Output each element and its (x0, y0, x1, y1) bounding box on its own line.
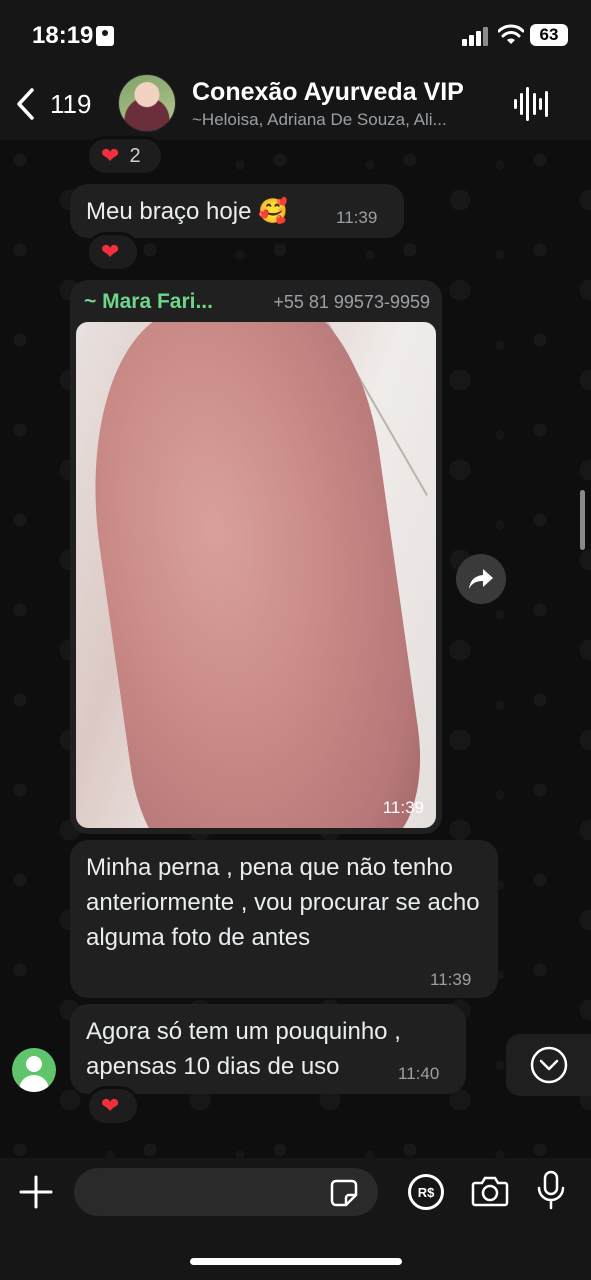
camera-icon[interactable] (471, 1174, 509, 1208)
group-avatar[interactable] (118, 74, 176, 132)
group-title[interactable]: Conexão Ayurveda VIP (192, 78, 464, 107)
message-text: Meu braço hoje 🥰 (86, 198, 288, 225)
heart-icon: ❤ (101, 143, 120, 168)
chat-header: 119 Conexão Ayurveda VIP ~Heloisa, Adria… (0, 70, 591, 140)
message-time: 11:39 (430, 970, 472, 989)
photo-attachment[interactable]: 11:39 (76, 322, 436, 828)
message-text: Agora só tem um pouquinho , apensas 10 d… (86, 1018, 401, 1080)
wifi-icon (498, 24, 524, 44)
heart-icon: ❤ (101, 1093, 120, 1118)
sender-avatar[interactable] (12, 1048, 56, 1092)
scroll-indicator[interactable] (580, 490, 585, 550)
battery-icon: 63 (530, 24, 568, 46)
reaction-badge[interactable]: ❤ 2 (86, 136, 164, 176)
message-time: 11:39 (382, 798, 424, 817)
scroll-to-bottom-button[interactable] (506, 1034, 591, 1096)
back-button[interactable]: 119 (10, 82, 100, 126)
heart-icon: ❤ (101, 239, 120, 264)
forward-arrow-icon (469, 569, 493, 589)
chevron-down-circle-icon (530, 1046, 567, 1084)
message-bubble[interactable]: Minha perna , pena que não tenho anterio… (70, 840, 498, 998)
unread-count: 119 (50, 88, 92, 119)
message-bubble[interactable]: Meu braço hoje 🥰 11:39 (70, 184, 404, 238)
sticker-icon[interactable] (330, 1179, 358, 1207)
message-time: 11:39 (336, 208, 378, 227)
voice-call-button[interactable] (514, 86, 548, 122)
forward-button[interactable] (456, 554, 506, 604)
photo-leg-image (76, 322, 434, 828)
reaction-badge[interactable]: ❤ (86, 232, 140, 272)
group-members[interactable]: ~Heloisa, Adriana De Souza, Ali... (192, 110, 492, 130)
chevron-left-icon (10, 84, 40, 124)
reaction-count: 2 (129, 144, 141, 167)
id-card-icon (96, 26, 114, 46)
payment-button[interactable]: R$ (408, 1174, 444, 1210)
message-bubble[interactable]: Agora só tem um pouquinho , apensas 10 d… (70, 1004, 466, 1094)
home-indicator (190, 1258, 402, 1265)
message-time: 11:40 (398, 1064, 440, 1083)
status-bar: 18:19 63 (0, 0, 591, 70)
composer-bar: R$ (0, 1158, 591, 1280)
status-time: 18:19 (32, 22, 94, 49)
sender-phone: +55 81 99573-9959 (273, 292, 430, 312)
plus-icon[interactable] (18, 1174, 54, 1210)
sender-name[interactable]: ~ Mara Fari... (84, 290, 213, 314)
cellular-signal-icon (462, 26, 490, 46)
reaction-badge[interactable]: ❤ (86, 1086, 140, 1126)
message-text: Minha perna , pena que não tenho anterio… (86, 854, 480, 951)
microphone-icon[interactable] (536, 1170, 566, 1210)
photo-message-bubble[interactable]: ~ Mara Fari... +55 81 99573-9959 11:39 (70, 280, 442, 834)
